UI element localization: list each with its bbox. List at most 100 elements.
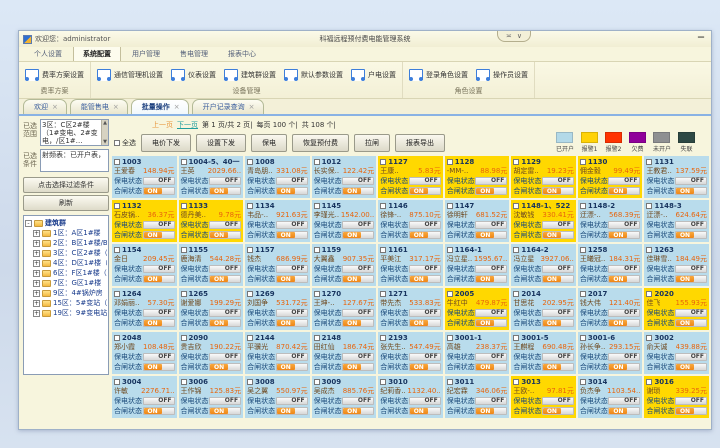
document-tab[interactable]: 欢迎× [23, 99, 67, 114]
tree-root-node[interactable]: - 建筑群 [25, 218, 107, 228]
switch-state-toggle[interactable]: ON [675, 187, 707, 195]
document-tab[interactable]: 批量操作× [131, 99, 189, 114]
switch-state-toggle[interactable]: ON [409, 319, 441, 327]
card-checkbox[interactable] [247, 335, 253, 341]
keep-power-toggle[interactable]: OFF [342, 309, 374, 317]
meter-card[interactable]: 3016 谢琐 339.25元 保电状态 OFF 合闸状态 ON [644, 376, 709, 418]
keep-power-toggle[interactable]: OFF [542, 265, 574, 273]
ribbon-tab[interactable]: 个人设置 [25, 47, 71, 61]
card-checkbox[interactable] [580, 159, 586, 165]
meter-card[interactable]: 3001-5 王麒程 690.48元 保电状态 OFF 合闸状态 ON [511, 332, 576, 374]
meter-card[interactable]: 2014 甘思花 202.95元 保电状态 OFF 合闸状态 ON [511, 288, 576, 330]
meter-card[interactable]: 3001-1 高雄 238.37元 保电状态 OFF 合闸状态 ON [445, 332, 510, 374]
card-checkbox[interactable] [247, 379, 253, 385]
meter-card[interactable]: 1132 石皮锅.. 36.37元 保电状态 OFF 合闸状态 ON [112, 200, 177, 242]
meter-card[interactable]: 1008 青岛朋.. 331.08元 保电状态 OFF 合闸状态 ON [245, 156, 310, 198]
switch-state-toggle[interactable]: ON [143, 407, 175, 415]
switch-state-toggle[interactable]: ON [409, 187, 441, 195]
meter-card[interactable]: 3013 王欧-.. 97.81元 保电状态 OFF 合闸状态 ON [511, 376, 576, 418]
card-checkbox[interactable] [380, 203, 386, 209]
switch-state-toggle[interactable]: ON [209, 319, 241, 327]
keep-power-toggle[interactable]: OFF [409, 353, 441, 361]
keep-power-toggle[interactable]: OFF [409, 177, 441, 185]
meter-card[interactable]: 3002 俞天诚 439.88元 保电状态 OFF 合闸状态 ON [644, 332, 709, 374]
document-tab[interactable]: 能管售电× [70, 99, 128, 114]
meter-card[interactable]: 3009 吴成杰 885.76元 保电状态 OFF 合闸状态 ON [312, 376, 377, 418]
switch-state-toggle[interactable]: ON [143, 275, 175, 283]
switch-state-toggle[interactable]: ON [675, 407, 707, 415]
meter-card[interactable]: 1154 金日 209.45元 保电状态 OFF 合闸状态 ON [112, 244, 177, 286]
card-checkbox[interactable] [181, 379, 187, 385]
switch-state-toggle[interactable]: ON [209, 275, 241, 283]
keep-power-toggle[interactable]: OFF [409, 397, 441, 405]
card-checkbox[interactable] [646, 247, 652, 253]
toolbar-button[interactable]: 拉闸 [354, 134, 390, 152]
ribbon-tab[interactable]: 售电管理 [171, 47, 217, 61]
card-checkbox[interactable] [580, 247, 586, 253]
keep-power-toggle[interactable]: OFF [143, 221, 175, 229]
card-checkbox[interactable] [447, 335, 453, 341]
meter-card[interactable]: 1130 佣金毅 99.49元 保电状态 OFF 合闸状态 ON [578, 156, 643, 198]
tab-close-icon[interactable]: × [174, 103, 180, 111]
meter-card[interactable]: 1004-5、40一 王英 2029.66.. 保电状态 OFF 合闸状态 [179, 156, 244, 198]
keep-power-toggle[interactable]: OFF [475, 265, 507, 273]
expand-icon[interactable]: + [33, 280, 40, 287]
meter-card[interactable]: 3011 纪宏霖 346.06元 保电状态 OFF 合闸状态 ON [445, 376, 510, 418]
keep-power-toggle[interactable]: OFF [542, 221, 574, 229]
switch-state-toggle[interactable]: ON [276, 275, 308, 283]
tab-close-icon[interactable]: × [113, 103, 119, 111]
tree-node[interactable]: + 15区：5#变站（3# [25, 298, 107, 308]
ribbon-button[interactable]: 仪表设置 [171, 69, 216, 81]
card-checkbox[interactable] [513, 291, 519, 297]
card-checkbox[interactable] [314, 159, 320, 165]
meter-card[interactable]: 1127 王康.. 5.83元 保电状态 OFF 合闸状态 ON [378, 156, 443, 198]
card-checkbox[interactable] [247, 159, 253, 165]
meter-card[interactable]: 1148-3 迂漂-.. 624.64元 保电状态 OFF 合闸状态 ON [644, 200, 709, 242]
ribbon-tab[interactable]: 报表中心 [219, 47, 265, 61]
card-checkbox[interactable] [181, 203, 187, 209]
keep-power-toggle[interactable]: OFF [475, 397, 507, 405]
keep-power-toggle[interactable]: OFF [542, 397, 574, 405]
meter-card[interactable]: 2144 平骥光 870.42元 保电状态 OFF 合闸状态 ON [245, 332, 310, 374]
meter-card[interactable]: 1270 王坤-.. 127.67元 保电状态 OFF 合闸状态 ON [312, 288, 377, 330]
switch-state-toggle[interactable]: ON [342, 187, 374, 195]
card-checkbox[interactable] [513, 159, 519, 165]
ribbon-button[interactable]: 通信管理机设置 [97, 69, 163, 81]
collapse-icon[interactable]: - [25, 220, 32, 227]
ribbon-tab[interactable]: 系统配置 [73, 46, 121, 61]
switch-state-toggle[interactable]: ON [475, 231, 507, 239]
minimize-button[interactable]: — [695, 33, 707, 43]
meter-card[interactable]: 1148-1、522 沈敏钱 330.41元 保电状态 OFF 合闸状态 O [511, 200, 576, 242]
switch-state-toggle[interactable]: ON [342, 275, 374, 283]
ribbon-button[interactable]: 默认参数设置 [284, 69, 343, 81]
ribbon-button[interactable]: 建筑群设置 [224, 69, 276, 81]
keep-power-toggle[interactable]: OFF [276, 221, 308, 229]
card-checkbox[interactable] [181, 247, 187, 253]
tab-close-icon[interactable]: × [249, 103, 255, 111]
switch-state-toggle[interactable]: ON [542, 319, 574, 327]
refresh-button[interactable]: 刷新 [23, 195, 109, 211]
dropdown-chevron-icon[interactable]: ∨ [517, 32, 522, 40]
meter-card[interactable]: 1003 王爱春 148.94元 保电状态 OFF 合闸状态 ON [112, 156, 177, 198]
expand-icon[interactable]: + [33, 300, 40, 307]
document-tab[interactable]: 开户记录查询× [192, 99, 264, 114]
switch-state-toggle[interactable]: ON [209, 363, 241, 371]
checkbox-icon[interactable] [114, 140, 120, 146]
meter-card[interactable]: 1129 胡定雷.. 19.23元 保电状态 OFF 合闸状态 ON [511, 156, 576, 198]
toolbar-button[interactable]: 报表导出 [395, 134, 445, 152]
meter-card[interactable]: 1258 王曦冠.. 184.31元 保电状态 OFF 合闸状态 ON [578, 244, 643, 286]
switch-state-toggle[interactable]: ON [342, 363, 374, 371]
card-checkbox[interactable] [314, 203, 320, 209]
toolbar-button[interactable]: 恢复预付费 [292, 134, 349, 152]
keep-power-toggle[interactable]: OFF [342, 265, 374, 273]
meter-card[interactable]: 2048 郑小霞 108.48元 保电状态 OFF 合闸状态 ON [112, 332, 177, 374]
card-checkbox[interactable] [380, 335, 386, 341]
switch-state-toggle[interactable]: ON [409, 231, 441, 239]
meter-card[interactable]: 3004 许敏 2276.71.. 保电状态 OFF 合闸状态 ON [112, 376, 177, 418]
keep-power-toggle[interactable]: OFF [675, 353, 707, 361]
meter-card[interactable]: 3001-6 孙长争.. 293.15元 保电状态 OFF 合闸状态 ON [578, 332, 643, 374]
switch-state-toggle[interactable]: ON [276, 319, 308, 327]
keep-power-toggle[interactable]: OFF [475, 309, 507, 317]
keep-power-toggle[interactable]: OFF [675, 309, 707, 317]
switch-state-toggle[interactable]: ON [276, 363, 308, 371]
